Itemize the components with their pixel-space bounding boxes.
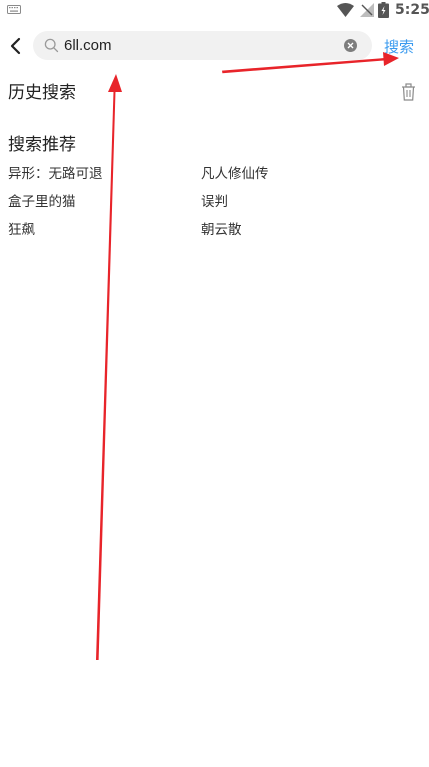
list-item-row: 狂飙 朝云散 [8,220,418,248]
recommend-item[interactable]: 异形：无路可退 [8,164,103,184]
annotation-arrowhead-up [108,74,122,92]
back-arrow-icon[interactable] [6,35,28,57]
search-bar[interactable] [33,31,372,60]
clear-icon[interactable] [343,38,358,53]
annotation-arrow-horizontal [222,58,385,73]
status-bar: 5:25 [0,0,429,24]
annotation-arrows [0,0,429,767]
recommend-item[interactable]: 盒子里的猫 [8,192,76,212]
wifi-icon [337,3,354,17]
battery-icon [378,2,389,18]
trash-icon[interactable] [401,83,416,101]
status-time: 5:25 [395,2,429,18]
recommend-item[interactable]: 凡人修仙传 [201,164,269,184]
screen: 5:25 搜索 历史搜索 搜索推荐 异形：无路可退 凡人修仙传 [0,0,429,767]
recommend-item[interactable]: 朝云散 [201,220,242,240]
recommend-title: 搜索推荐 [8,134,76,156]
history-title: 历史搜索 [8,82,76,104]
list-item-row: 盒子里的猫 误判 [8,192,418,220]
keyboard-icon [7,5,21,14]
recommend-list: 异形：无路可退 凡人修仙传 盒子里的猫 误判 狂飙 朝云散 [8,164,418,248]
search-input[interactable] [64,34,334,57]
recommend-item[interactable]: 误判 [201,192,228,212]
list-item-row: 异形：无路可退 凡人修仙传 [8,164,418,192]
recommend-item[interactable]: 狂飙 [8,220,35,240]
search-icon [44,38,59,53]
search-button[interactable]: 搜索 [384,36,414,58]
signal-icon [360,3,374,17]
